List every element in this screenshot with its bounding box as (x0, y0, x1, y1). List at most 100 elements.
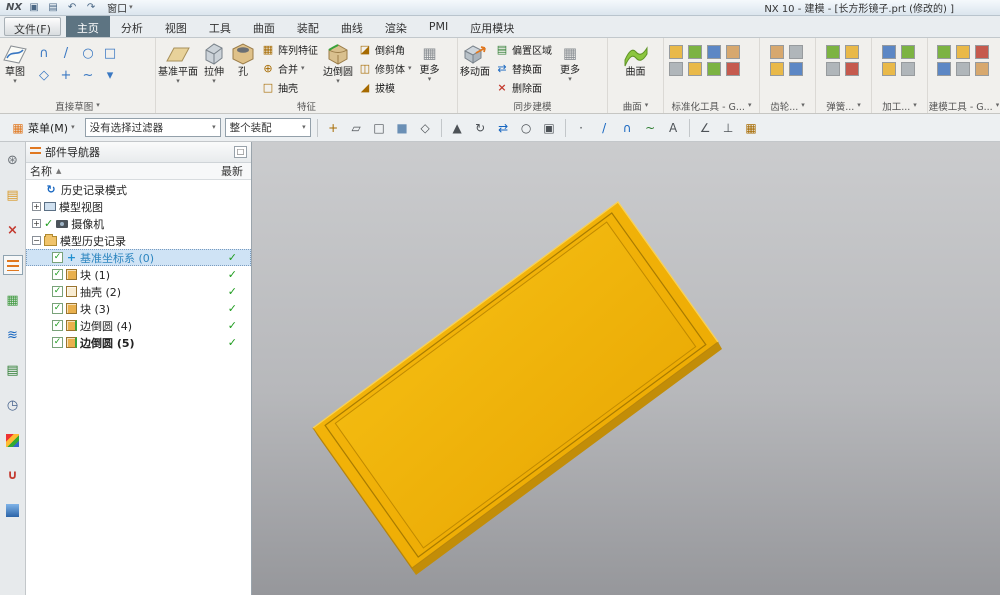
shell-button[interactable]: □ 抽壳 (258, 78, 321, 97)
tree-row-edge-blend-4[interactable]: ✓ 边倒圆 (4) ✓ (26, 317, 251, 334)
expand-icon[interactable]: + (32, 202, 41, 211)
wireframe-mode-icon[interactable]: ◇ (416, 118, 435, 137)
modeling-tool-icon[interactable] (975, 45, 989, 59)
machining-tool-icon[interactable] (901, 45, 915, 59)
tab-pmi[interactable]: PMI (418, 16, 459, 37)
spline-icon[interactable]: ~ (78, 66, 98, 86)
modeling-tool-icon[interactable] (937, 45, 951, 59)
gear-tool-icon[interactable] (770, 62, 784, 76)
standard-tool-icon[interactable] (669, 62, 683, 76)
standard-tool-icon[interactable] (726, 45, 740, 59)
angle-snap-icon[interactable]: ∠ (696, 118, 715, 137)
feature-checkbox[interactable]: ✓ (52, 269, 63, 280)
chevron-down-icon[interactable]: ▾ (748, 102, 752, 109)
tree-row-shell-2[interactable]: ✓ 抽壳 (2) ✓ (26, 283, 251, 300)
perpendicular-snap-icon[interactable]: ⊥ (719, 118, 738, 137)
machining-tool-icon[interactable] (882, 45, 896, 59)
trim-body-button[interactable]: ◫ 修剪体 ▾ (355, 59, 415, 78)
window-menu-button[interactable]: 窗口 ▾ (103, 0, 137, 16)
feature-more-button[interactable]: ▦ 更多 ▾ (416, 40, 444, 84)
tab-tools[interactable]: 工具 (198, 16, 242, 37)
settings-icon[interactable]: ⊛ (3, 150, 23, 170)
undo-icon[interactable]: ↶ (65, 1, 79, 14)
undock-panel-button[interactable]: □ (234, 146, 247, 158)
dialog-launcher-icon[interactable]: ▾ (645, 102, 649, 109)
extrude-button[interactable]: 拉伸 ▾ (200, 40, 228, 86)
standard-tool-icon[interactable] (688, 45, 702, 59)
hole-button[interactable]: 孔 (229, 40, 257, 79)
text-tool-icon[interactable]: A (664, 118, 683, 137)
sketch-more-icon[interactable]: ▾ (100, 66, 120, 86)
tab-file[interactable]: 文件(F) (4, 17, 61, 36)
orient-view-icon[interactable]: ▲ (448, 118, 467, 137)
touch-panel-icon[interactable] (3, 500, 23, 520)
print-icon[interactable]: ▤ (46, 1, 60, 14)
tree-row-model-history[interactable]: − 模型历史记录 (26, 232, 251, 249)
grid-snap-icon[interactable]: ▦ (742, 118, 761, 137)
unite-button[interactable]: ⊕ 合并 ▾ (258, 59, 321, 78)
dialog-launcher-icon[interactable]: ▾ (96, 102, 100, 109)
feature-checkbox[interactable]: ✓ (52, 337, 63, 348)
move-face-button[interactable]: 移动面 (459, 40, 491, 79)
tab-assembly[interactable]: 装配 (286, 16, 330, 37)
spring-tool-icon[interactable] (826, 62, 840, 76)
tree-row-block-1[interactable]: ✓ 块 (1) ✓ (26, 266, 251, 283)
chevron-down-icon[interactable]: ▾ (801, 102, 805, 109)
tree-row-history-mode[interactable]: ↻ 历史记录模式 (26, 181, 251, 198)
sketch-button[interactable]: 草图 ▾ (1, 40, 29, 86)
redo-icon[interactable]: ↷ (84, 1, 98, 14)
chevron-down-icon[interactable]: ▾ (857, 102, 861, 109)
modeling-tool-icon[interactable] (956, 45, 970, 59)
arc-tool-icon[interactable]: ∩ (618, 118, 637, 137)
feature-checkbox[interactable]: ✓ (52, 303, 63, 314)
tree-row-datum-csys[interactable]: ✓ + 基准坐标系 (0) ✓ (26, 249, 251, 266)
modeling-tool-icon[interactable] (937, 62, 951, 76)
save-icon[interactable]: ▣ (27, 1, 41, 14)
roles-icon[interactable] (3, 430, 23, 450)
tree-row-block-3[interactable]: ✓ 块 (3) ✓ (26, 300, 251, 317)
feature-checkbox[interactable]: ✓ (52, 252, 63, 263)
rectangle-icon[interactable]: □ (100, 44, 120, 64)
replace-face-button[interactable]: ⇄ 替换面 (492, 59, 555, 78)
modeling-tool-icon[interactable] (975, 62, 989, 76)
standard-tool-icon[interactable] (707, 45, 721, 59)
expand-icon[interactable]: + (32, 219, 41, 228)
spring-tool-icon[interactable] (826, 45, 840, 59)
part-navigator-icon[interactable] (2, 255, 23, 275)
surface-button[interactable]: 曲面 (622, 40, 650, 79)
tab-surface[interactable]: 曲面 (242, 16, 286, 37)
chevron-down-icon[interactable]: ▾ (996, 102, 999, 109)
delete-face-button[interactable]: × 删除面 (492, 78, 555, 97)
constraint-navigator-icon[interactable]: × (3, 220, 23, 240)
pan-view-icon[interactable]: ⇄ (494, 118, 513, 137)
graphics-viewport[interactable] (252, 142, 1000, 595)
draft-button[interactable]: ◢ 拔模 (355, 78, 415, 97)
tab-home[interactable]: 主页 (65, 16, 110, 37)
part-rectangular-mirror[interactable] (252, 142, 1000, 595)
tab-app-module[interactable]: 应用模块 (459, 16, 525, 37)
feature-checkbox[interactable]: ✓ (52, 320, 63, 331)
spline-tool-icon[interactable]: ~ (641, 118, 660, 137)
gear-tool-icon[interactable] (770, 45, 784, 59)
internet-browser-icon[interactable]: ≋ (3, 325, 23, 345)
hd3d-tools-icon[interactable]: ▤ (3, 360, 23, 380)
shaded-mode-icon[interactable]: ■ (393, 118, 412, 137)
circle-icon[interactable]: ○ (78, 44, 98, 64)
menu-button[interactable]: ▦ 菜单(M) ▾ (5, 117, 81, 139)
zoom-view-icon[interactable]: ○ (517, 118, 536, 137)
tab-analysis[interactable]: 分析 (110, 16, 154, 37)
machining-tool-icon[interactable] (901, 62, 915, 76)
datum-plane-tool-icon[interactable]: ▱ (347, 118, 366, 137)
tab-render[interactable]: 渲染 (374, 16, 418, 37)
standard-tool-icon[interactable] (707, 62, 721, 76)
selection-scope-combo[interactable]: 整个装配 ▾ (224, 118, 311, 137)
point-tool-icon[interactable]: · (572, 118, 591, 137)
chamfer-button[interactable]: ◪ 倒斜角 (355, 40, 415, 59)
history-palette-icon[interactable]: ◷ (3, 395, 23, 415)
tab-curve[interactable]: 曲线 (330, 16, 374, 37)
tree-row-model-views[interactable]: + 模型视图 (26, 198, 251, 215)
fit-view-icon[interactable]: ▣ (540, 118, 559, 137)
point-icon[interactable]: + (56, 66, 76, 86)
gear-tool-icon[interactable] (789, 62, 803, 76)
collapse-icon[interactable]: − (32, 236, 41, 245)
